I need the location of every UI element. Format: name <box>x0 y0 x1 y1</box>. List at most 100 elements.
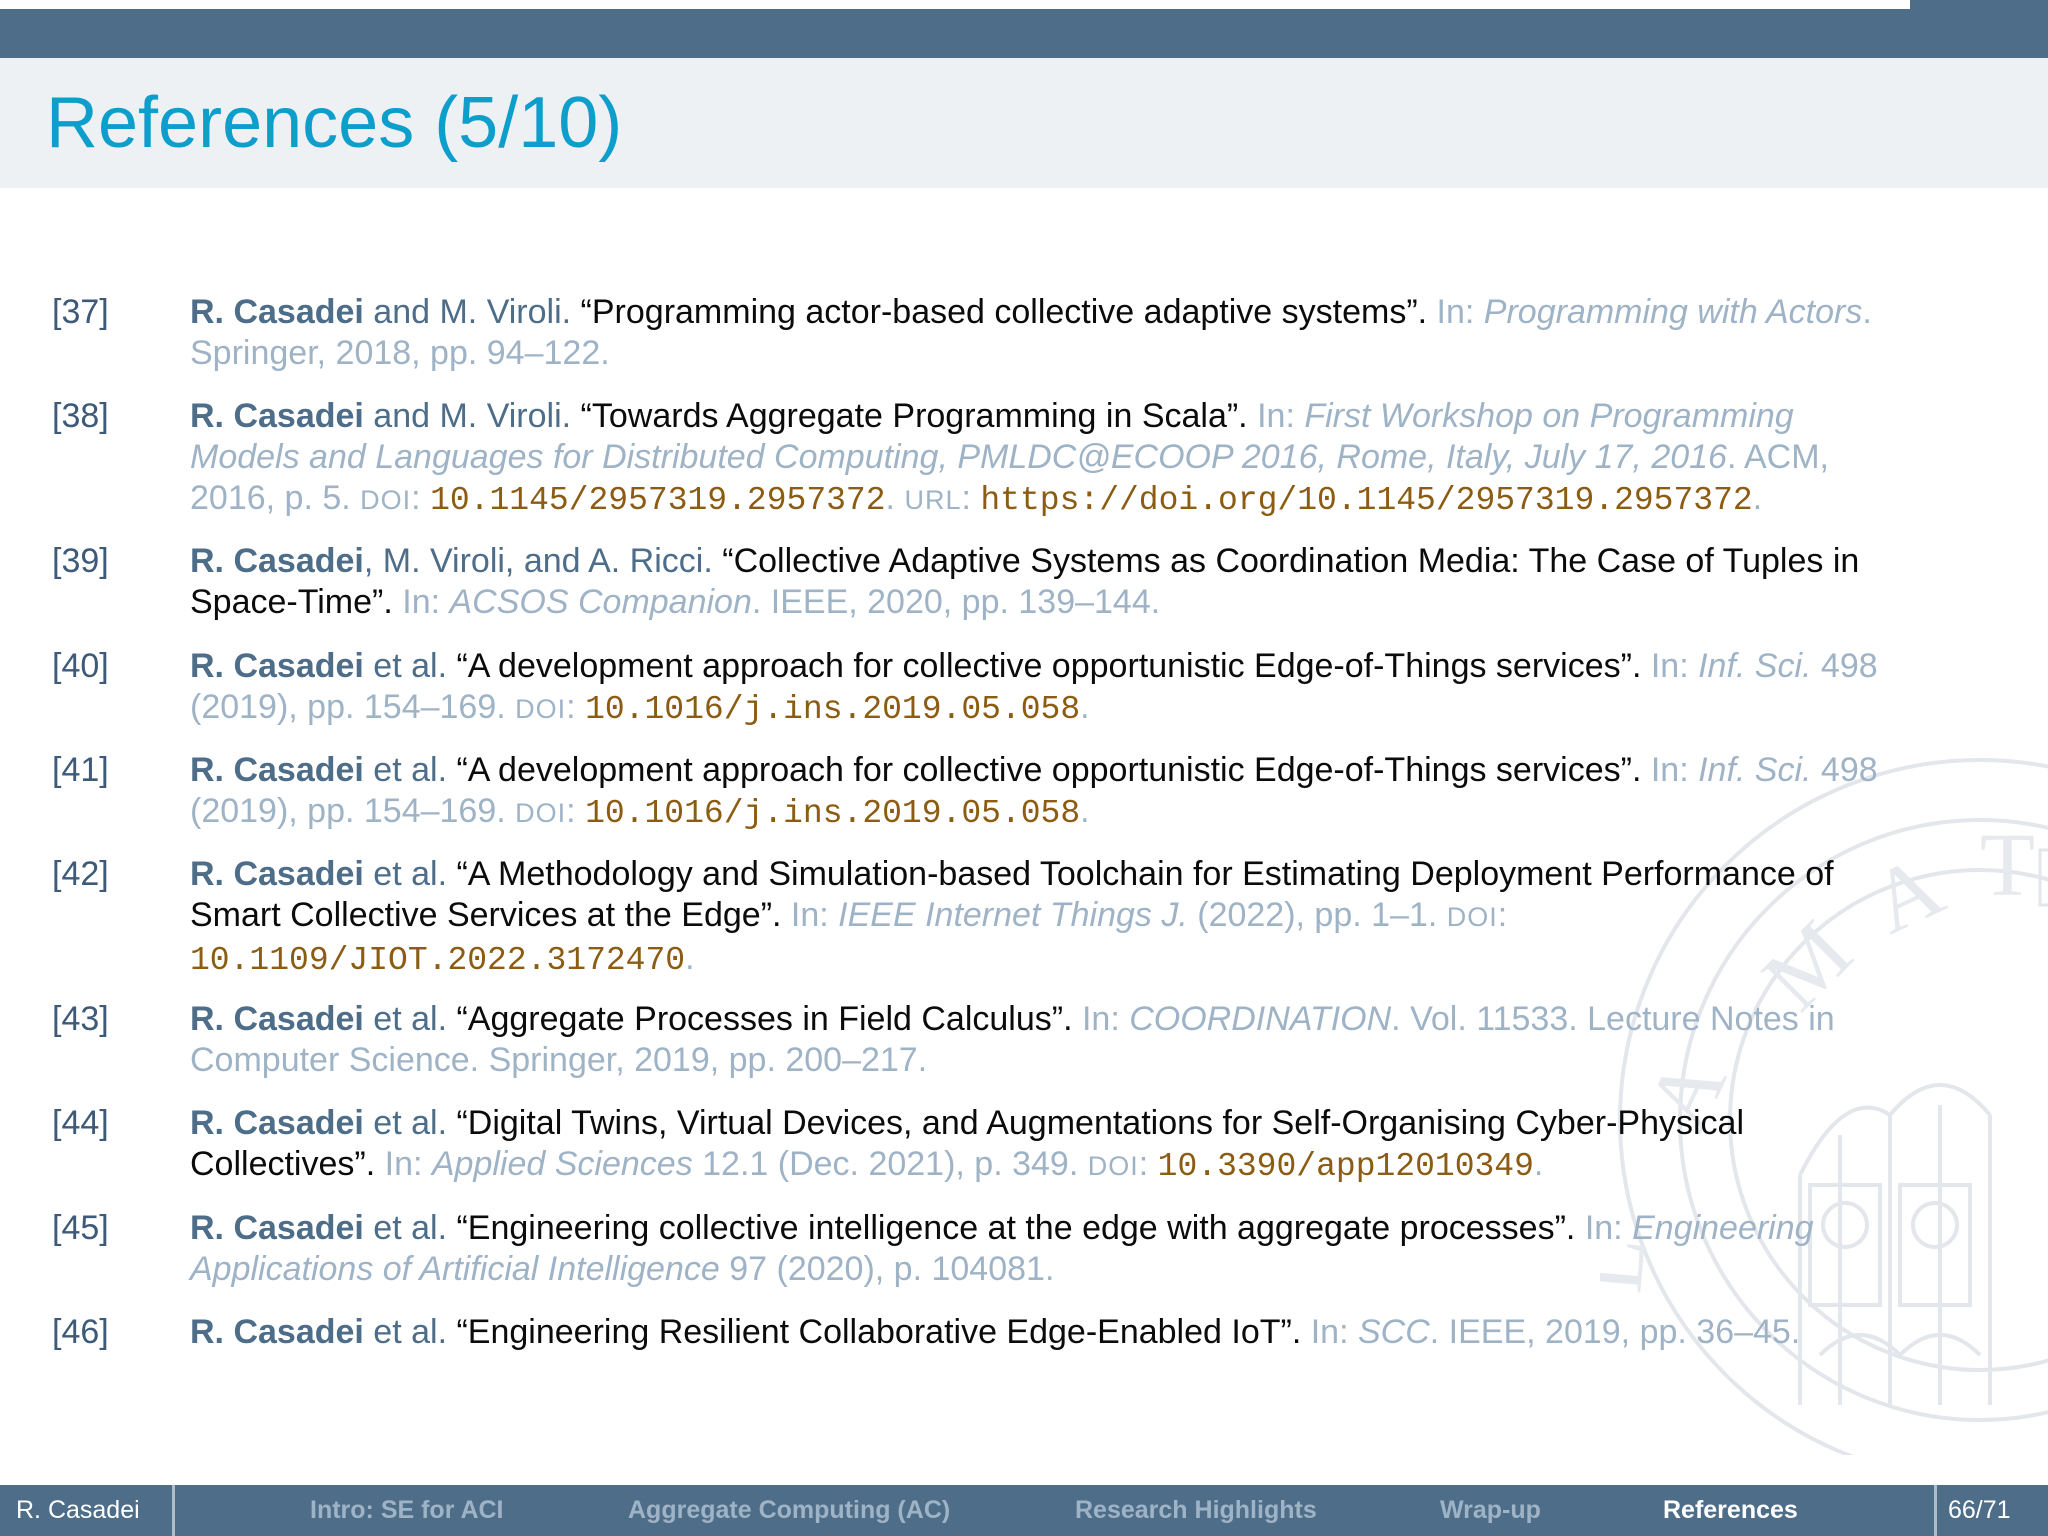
reference-line: R. Casadei and M. Viroli. “Programming a… <box>190 292 1990 333</box>
reference-segment: : <box>566 792 586 830</box>
reference-segment: (2022), pp. 1–1. <box>1187 896 1447 934</box>
reference-segment: . <box>685 939 695 977</box>
reference-segment: . IEEE, 2020, pp. 139–144. <box>751 583 1161 621</box>
reference-segment: 97 (2020), p. 104081. <box>719 1250 1055 1288</box>
reference-segment: “Engineering Resilient Collaborative Edg… <box>456 1313 1302 1351</box>
reference-segment: et al. <box>363 855 457 893</box>
reference-text: R. Casadei and M. Viroli. “Programming a… <box>190 292 1990 374</box>
footer-page-number: 66/71 <box>1948 1496 2011 1524</box>
footer-divider <box>172 1485 175 1536</box>
reference-segment: DOI <box>515 798 567 828</box>
reference-segment: et al. <box>363 1209 457 1247</box>
reference-segment: R. Casadei <box>190 397 364 435</box>
reference-segment: COORDINATION <box>1129 1000 1392 1038</box>
reference-segment: Computer Science. Springer, 2019, pp. 20… <box>190 1041 928 1079</box>
reference-segment: DOI <box>1087 1151 1139 1181</box>
reference-segment: Collectives”. <box>190 1145 376 1183</box>
reference-number: [41] <box>52 751 109 789</box>
reference-segment: R. Casadei <box>190 1209 364 1247</box>
reference-segment: R. Casadei <box>190 855 364 893</box>
reference-segment: . Vol. 11533. Lecture Notes in <box>1391 1000 1835 1038</box>
doi-link[interactable]: 10.1016/j.ins.2019.05.058 <box>585 795 1080 832</box>
reference-text: R. Casadei, M. Viroli, and A. Ricci. “Co… <box>190 541 1990 623</box>
reference-number: [45] <box>52 1209 109 1247</box>
reference-text: R. Casadei et al. “A development approac… <box>190 750 1990 834</box>
reference-line: R. Casadei et al. “Engineering Resilient… <box>190 1312 1990 1353</box>
doi-link[interactable]: 10.1109/JIOT.2022.3172470 <box>190 942 685 979</box>
reference-line: 10.1109/JIOT.2022.3172470. <box>190 938 1990 981</box>
reference-line: Springer, 2018, pp. 94–122. <box>190 333 1990 374</box>
doi-link[interactable]: 10.3390/app12010349 <box>1158 1148 1534 1185</box>
reference-segment: ACSOS Companion <box>449 583 752 621</box>
nav-wrap-up[interactable]: Wrap-up <box>1440 1485 1541 1536</box>
reference-segment: , M. Viroli, and A. Ricci. <box>363 542 723 580</box>
reference-segment: Inf. Sci. <box>1698 751 1812 789</box>
reference-segment: “Towards Aggregate Programming in Scala”… <box>580 397 1248 435</box>
reference-segment: Applications of Artificial Intelligence <box>190 1250 720 1288</box>
reference-segment: R. Casadei <box>190 293 364 331</box>
reference-segment: R. Casadei <box>190 1104 364 1142</box>
reference-segment: IEEE Internet Things J. <box>838 896 1188 934</box>
reference-segment: Models and Languages for Distributed Com… <box>190 438 1727 476</box>
reference-segment: Engineering <box>1632 1209 1814 1247</box>
reference-line: R. Casadei, M. Viroli, and A. Ricci. “Co… <box>190 541 1990 582</box>
reference-segment: DOI <box>360 485 412 515</box>
reference-segment: and M. Viroli. <box>363 397 581 435</box>
reference-segment: : <box>1497 896 1508 934</box>
reference-number: [42] <box>52 855 109 893</box>
reference-segment: 2016, p. 5. <box>190 479 361 517</box>
reference-segment: R. Casadei <box>190 647 364 685</box>
reference-segment: : <box>411 479 431 517</box>
reference-line: 2016, p. 5. DOI: 10.1145/2957319.2957372… <box>190 478 1990 521</box>
reference-segment: : <box>566 688 586 726</box>
reference-segment: R. Casadei <box>190 542 364 580</box>
reference-line: (2019), pp. 154–169. DOI: 10.1016/j.ins.… <box>190 687 1990 730</box>
reference-line: Collectives”. In: Applied Sciences 12.1 … <box>190 1144 1990 1187</box>
reference-segment: . IEEE, 2019, pp. 36–45. <box>1429 1313 1801 1351</box>
reference-segment: . <box>1080 792 1090 830</box>
reference-segment: et al. <box>363 751 457 789</box>
reference-line: R. Casadei and M. Viroli. “Towards Aggre… <box>190 396 1990 437</box>
reference-number: [38] <box>52 397 109 435</box>
reference-segment: et al. <box>363 1000 457 1038</box>
reference-segment: (2019), pp. 154–169. <box>190 688 516 726</box>
reference-line: R. Casadei et al. “Digital Twins, Virtua… <box>190 1103 1990 1144</box>
reference-text: R. Casadei et al. “A Methodology and Sim… <box>190 854 1990 981</box>
top-accent-bar <box>1910 0 2048 9</box>
reference-segment: R. Casadei <box>190 751 364 789</box>
reference-line: Space-Time”. In: ACSOS Companion. IEEE, … <box>190 582 1990 623</box>
reference-segment: “A development approach for collective o… <box>456 647 1642 685</box>
nav-intro-se-for-aci[interactable]: Intro: SE for ACI <box>310 1485 504 1536</box>
reference-text: R. Casadei et al. “Engineering collectiv… <box>190 1208 1990 1290</box>
header-bar <box>0 9 2048 58</box>
reference-number: [39] <box>52 542 109 580</box>
nav-research-highlights[interactable]: Research Highlights <box>1075 1485 1317 1536</box>
reference-number: [44] <box>52 1104 109 1142</box>
reference-text: R. Casadei et al. “A development approac… <box>190 646 1990 730</box>
doi-link[interactable]: https://doi.org/10.1145/2957319.2957372 <box>980 482 1752 519</box>
doi-link[interactable]: 10.1145/2957319.2957372 <box>430 482 885 519</box>
reference-line: R. Casadei et al. “A Methodology and Sim… <box>190 854 1990 895</box>
reference-segment: In: <box>1575 1209 1633 1247</box>
reference-segment: : <box>961 479 981 517</box>
reference-line: Models and Languages for Distributed Com… <box>190 437 1990 478</box>
reference-segment: (2019), pp. 154–169. <box>190 792 516 830</box>
reference-line: Applications of Artificial Intelligence … <box>190 1249 1990 1290</box>
reference-segment: R. Casadei <box>190 1000 364 1038</box>
reference-line: R. Casadei et al. “Engineering collectiv… <box>190 1208 1990 1249</box>
nav-references[interactable]: References <box>1663 1485 1798 1536</box>
reference-number: [40] <box>52 647 109 685</box>
doi-link[interactable]: 10.1016/j.ins.2019.05.058 <box>585 691 1080 728</box>
reference-segment: 12.1 (Dec. 2021), p. 349. <box>692 1145 1088 1183</box>
reference-line: Computer Science. Springer, 2019, pp. 20… <box>190 1040 1990 1081</box>
reference-segment: “A development approach for collective o… <box>456 751 1642 789</box>
reference-segment: . <box>1533 1145 1544 1183</box>
nav-aggregate-computing[interactable]: Aggregate Computing (AC) <box>628 1485 950 1536</box>
reference-segment: DOI <box>1446 902 1498 932</box>
reference-segment: SCC <box>1357 1313 1430 1351</box>
reference-segment: URL <box>904 485 962 515</box>
reference-segment: “Collective Adaptive Systems as Coordina… <box>722 542 1860 580</box>
reference-segment: In: <box>375 1145 432 1183</box>
reference-line: R. Casadei et al. “A development approac… <box>190 646 1990 687</box>
reference-segment: . ACM, <box>1726 438 1829 476</box>
